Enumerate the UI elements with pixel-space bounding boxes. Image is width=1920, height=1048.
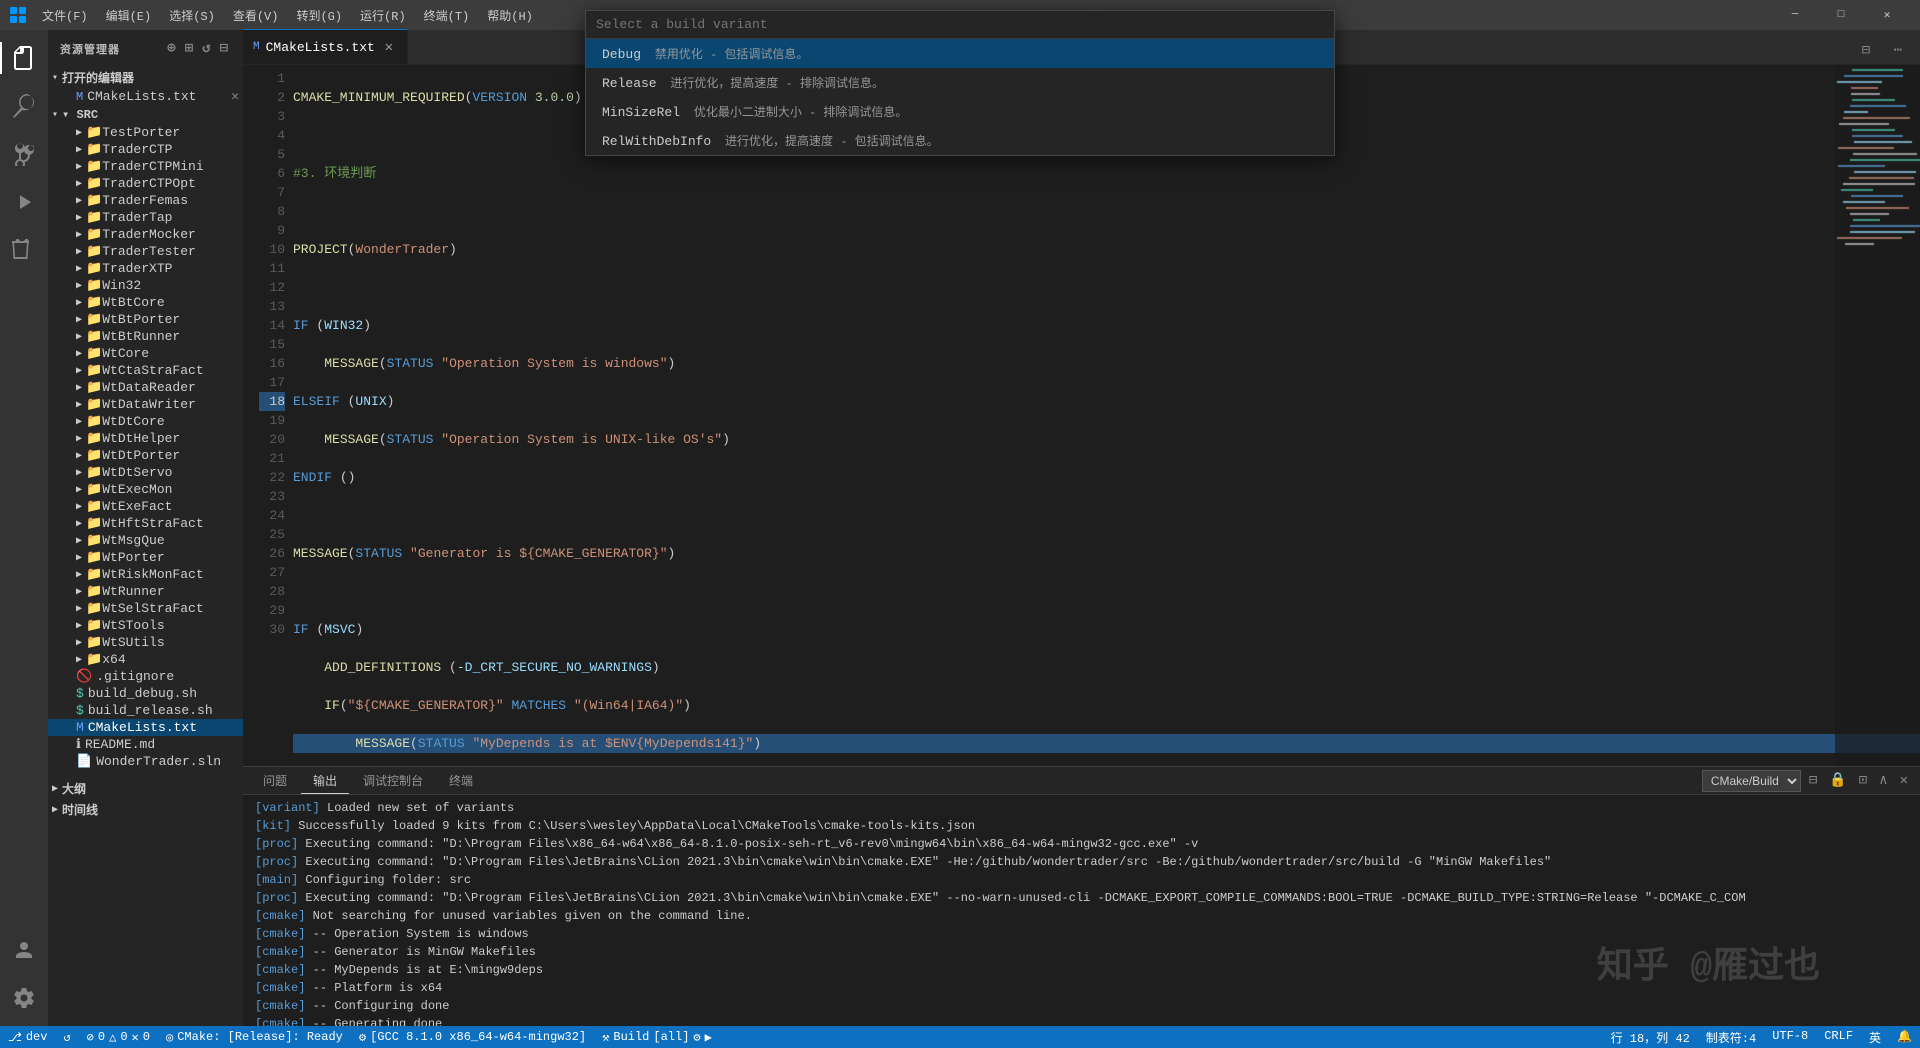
palette-item-debug-desc: 禁用优化 - 包括调试信息。 [655, 48, 809, 62]
palette-item-relwithdebinfo[interactable]: RelWithDebInfo 进行优化，提高速度 - 包括调试信息。 [586, 126, 1334, 155]
palette-item-release-label: Release [602, 76, 657, 91]
palette-item-relwithdebinfo-desc: 进行优化，提高速度 - 包括调试信息。 [725, 135, 939, 149]
palette-item-release[interactable]: Release 进行优化，提高速度 - 排除调试信息。 [586, 68, 1334, 97]
command-palette-overlay[interactable]: Debug 禁用优化 - 包括调试信息。 Release 进行优化，提高速度 -… [0, 0, 1920, 1048]
palette-item-debug-label: Debug [602, 47, 641, 62]
command-palette-input-wrapper [586, 11, 1334, 39]
command-palette: Debug 禁用优化 - 包括调试信息。 Release 进行优化，提高速度 -… [585, 10, 1335, 156]
palette-item-minsizerel-desc: 优化最小二进制大小 - 排除调试信息。 [694, 106, 908, 120]
palette-item-minsizerel-label: MinSizeRel [602, 105, 680, 120]
palette-item-debug[interactable]: Debug 禁用优化 - 包括调试信息。 [586, 39, 1334, 68]
palette-item-release-desc: 进行优化，提高速度 - 排除调试信息。 [670, 77, 884, 91]
palette-item-minsizerel[interactable]: MinSizeRel 优化最小二进制大小 - 排除调试信息。 [586, 97, 1334, 126]
build-variant-input[interactable] [596, 17, 1324, 32]
palette-item-relwithdebinfo-label: RelWithDebInfo [602, 134, 711, 149]
